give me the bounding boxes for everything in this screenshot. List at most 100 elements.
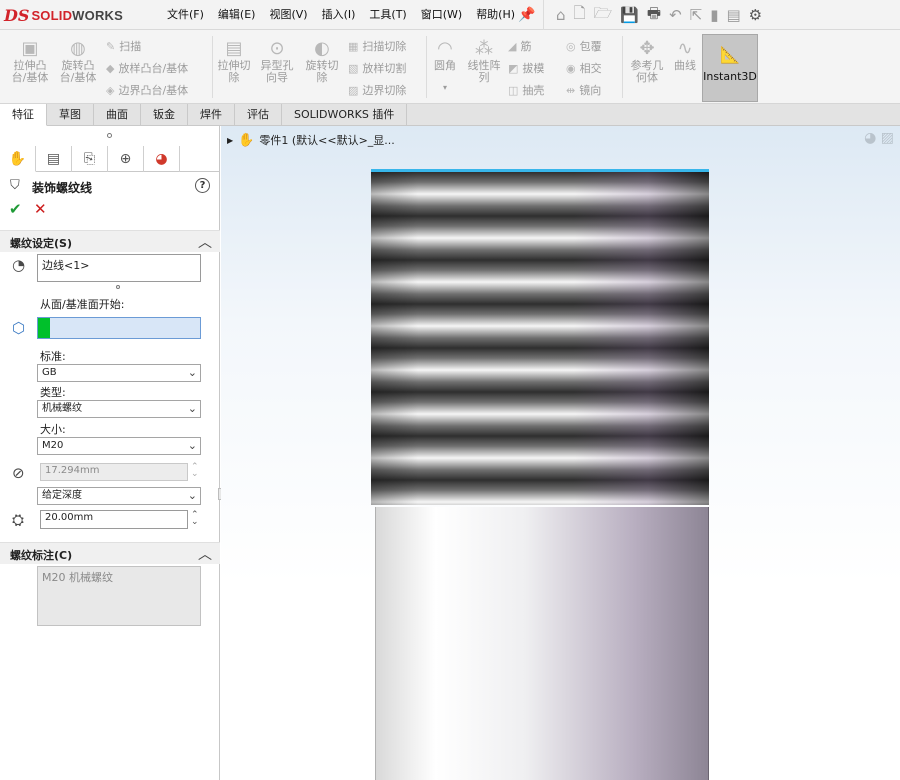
property-manager-tab-icon[interactable]: ▤ xyxy=(36,146,72,172)
extrude-boss-icon: ▣ xyxy=(21,38,39,59)
edge-selection-icon: ◔ xyxy=(12,256,26,274)
print-icon[interactable]: 🖶 xyxy=(647,3,661,28)
standard-label: 标准: xyxy=(40,350,66,363)
extrude-cut-button[interactable]: ▤ 拉伸切除 xyxy=(216,40,252,84)
cancel-button[interactable]: ✕ xyxy=(34,200,47,218)
collapse-icon[interactable]: ︿ xyxy=(198,544,212,564)
tab-surfaces[interactable]: 曲面 xyxy=(94,104,141,126)
cosmetic-thread-surface[interactable] xyxy=(371,169,709,505)
loft-boss-button[interactable]: ◆ 放样凸台/基体 xyxy=(106,60,188,76)
extrude-boss-button[interactable]: ▣ 拉伸凸台/基体 xyxy=(8,40,52,84)
thread-callout-header[interactable]: 螺纹标注(C) ︿ xyxy=(0,542,220,564)
collapse-icon[interactable]: ︿ xyxy=(198,232,212,252)
size-select[interactable]: M20 ⌄ xyxy=(37,437,201,455)
tab-features[interactable]: 特征 xyxy=(0,104,47,126)
linear-pattern-button[interactable]: ⁂ 线性阵列 xyxy=(464,40,504,84)
minor-diameter-field: 17.294mm xyxy=(40,463,188,481)
graphics-area[interactable]: ▶ ✋ 零件1 (默认<<默认>_显... ◕ ▨ xyxy=(221,126,900,780)
minor-diameter-spinner: ⌃ ⌄ xyxy=(191,462,199,479)
shell-button[interactable]: ◫ 抽壳 xyxy=(508,82,544,98)
configuration-manager-tab-icon[interactable]: ⎘ xyxy=(72,146,108,172)
hole-wizard-button[interactable]: ⊙ 异型孔向导 xyxy=(258,40,296,84)
threaded-cylinder-model[interactable] xyxy=(371,169,709,780)
display-style-icon[interactable]: ▨ xyxy=(881,130,894,146)
dimxpert-tab-icon[interactable]: ⊕ xyxy=(108,146,144,172)
lofted-cut-icon: ▧ xyxy=(348,62,359,75)
menu-help[interactable]: 帮助(H) xyxy=(469,0,522,30)
wrap-button[interactable]: ◎ 包覆 xyxy=(566,38,602,54)
reference-geometry-icon: ✥ xyxy=(639,38,655,59)
file-properties-icon[interactable]: ▤ xyxy=(726,6,740,24)
rebuild-icon[interactable]: ▮ xyxy=(710,6,718,24)
depth-input[interactable]: 20.00mm xyxy=(40,510,188,529)
rib-button[interactable]: ◢ 筋 xyxy=(508,38,531,54)
tab-evaluate[interactable]: 评估 xyxy=(235,104,282,126)
revolve-cut-button[interactable]: ◐ 旋转切除 xyxy=(302,40,342,84)
tab-sheet-metal[interactable]: 钣金 xyxy=(141,104,188,126)
reference-geometry-button[interactable]: ✥ 参考几何体 xyxy=(626,40,668,84)
panel-tabs: ✋ ▤ ⎘ ⊕ ◕ xyxy=(0,146,220,172)
mirror-button[interactable]: ⇹ 镜向 xyxy=(566,82,601,98)
menu-view[interactable]: 视图(V) xyxy=(262,0,314,30)
feature-manager-tab-icon[interactable]: ✋ xyxy=(0,146,36,172)
tab-addins[interactable]: SOLIDWORKS 插件 xyxy=(282,104,408,126)
panel-handle[interactable] xyxy=(107,133,112,138)
rib-icon: ◢ xyxy=(508,40,517,53)
hole-wizard-icon: ⊙ xyxy=(269,38,285,59)
select-icon[interactable]: ⇱ xyxy=(690,6,703,24)
lofted-cut-button[interactable]: ▧ 放样切割 xyxy=(348,60,406,76)
draft-button[interactable]: ◩ 拔模 xyxy=(508,60,544,76)
home-icon[interactable]: ⌂ xyxy=(556,6,566,24)
new-file-icon[interactable]: 🗋 xyxy=(574,3,586,28)
instant3d-button[interactable]: 📐 Instant3D xyxy=(702,34,758,102)
depth-icon: ⛭ xyxy=(12,511,25,529)
intersect-button[interactable]: ◉ 相交 xyxy=(566,60,602,76)
resize-handle[interactable] xyxy=(116,285,120,289)
undo-icon[interactable]: ↶ xyxy=(669,6,682,24)
feature-tree-flyout[interactable]: ▶ ✋ 零件1 (默认<<默认>_显... xyxy=(227,132,395,148)
ok-button[interactable]: ✔ xyxy=(9,200,22,218)
menu-insert[interactable]: 插入(I) xyxy=(315,0,363,30)
boundary-cut-button[interactable]: ▨ 边界切除 xyxy=(348,82,406,98)
tab-weldments[interactable]: 焊件 xyxy=(188,104,235,126)
size-label: 大小: xyxy=(40,423,66,436)
tab-sketch[interactable]: 草图 xyxy=(47,104,94,126)
save-icon[interactable]: 💾 xyxy=(620,6,639,24)
shell-icon: ◫ xyxy=(508,84,519,97)
expand-arrow-icon[interactable]: ▶ xyxy=(227,136,233,145)
open-icon[interactable]: 🗁 xyxy=(594,3,613,28)
boundary-icon: ◈ xyxy=(106,84,115,97)
start-face-selection-box[interactable] xyxy=(37,317,201,339)
display-manager-tab-icon[interactable]: ◕ xyxy=(144,146,180,172)
menu-file[interactable]: 文件(F) xyxy=(160,0,211,30)
solidworks-logo: DS SOLIDWORKS xyxy=(4,4,140,26)
revolve-boss-button[interactable]: ◍ 旋转凸台/基体 xyxy=(56,40,100,84)
options-icon[interactable]: ⚙ xyxy=(749,6,762,24)
command-manager: ▣ 拉伸凸台/基体 ◍ 旋转凸台/基体 ✎ 扫描 ◆ 放样凸台/基体 ◈ 边界凸台/基… xyxy=(0,30,900,104)
curves-button[interactable]: ∿ 曲线 xyxy=(670,40,700,72)
edge-selection-box[interactable]: 边线<1> xyxy=(37,254,201,282)
swept-cut-button[interactable]: ▦ 扫描切除 xyxy=(348,38,406,54)
start-from-label: 从面/基准面开始: xyxy=(40,298,125,311)
extrude-cut-icon: ▤ xyxy=(225,38,243,59)
end-condition-select[interactable]: 给定深度 ⌄ xyxy=(37,487,201,505)
brand-name: SOLIDWORKS xyxy=(31,7,124,23)
ds-logo-icon: DS xyxy=(4,5,30,25)
fillet-button[interactable]: ◠ 圆角 ▾ xyxy=(430,40,460,94)
menu-window[interactable]: 窗口(W) xyxy=(414,0,469,30)
chevron-down-icon[interactable]: ▾ xyxy=(430,82,460,94)
menu-tools[interactable]: 工具(T) xyxy=(362,0,413,30)
depth-spinner[interactable]: ⌃ ⌄ xyxy=(191,511,199,527)
cylinder-shank[interactable] xyxy=(375,507,709,780)
title-bar: DS SOLIDWORKS 文件(F) 编辑(E) 视图(V) 插入(I) 工具… xyxy=(0,0,900,30)
help-icon[interactable]: ? xyxy=(195,178,210,193)
part-icon: ✋ xyxy=(238,132,255,148)
type-select[interactable]: 机械螺纹 ⌄ xyxy=(37,400,201,418)
view-orientation-icon[interactable]: ◕ xyxy=(864,130,876,146)
standard-select[interactable]: GB ⌄ xyxy=(37,364,201,382)
sweep-button[interactable]: ✎ 扫描 xyxy=(106,38,141,54)
pin-icon[interactable]: 📌 xyxy=(518,7,535,23)
thread-settings-header[interactable]: 螺纹设定(S) ︿ xyxy=(0,230,220,252)
boundary-boss-button[interactable]: ◈ 边界凸台/基体 xyxy=(106,82,188,98)
menu-edit[interactable]: 编辑(E) xyxy=(211,0,263,30)
